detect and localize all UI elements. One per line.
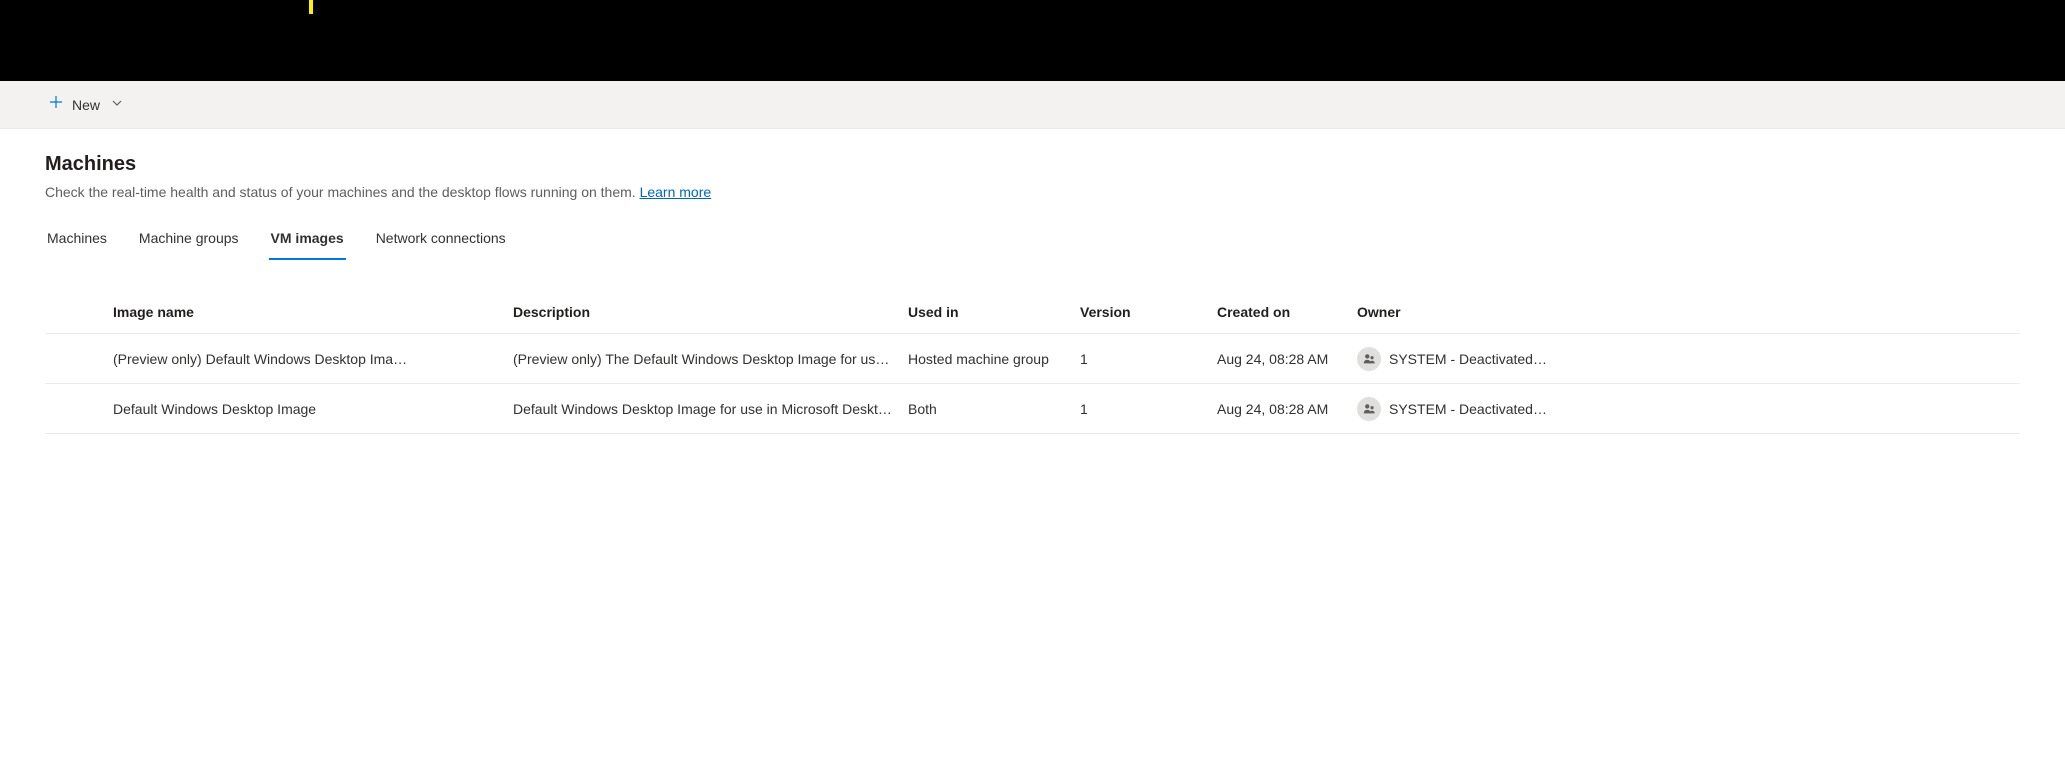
vm-images-table: Image name Description Used in Version C… (45, 290, 2020, 434)
owner-text: SYSTEM - Deactivated… (1389, 351, 1547, 367)
table-row[interactable]: Default Windows Desktop Image Default Wi… (45, 384, 2020, 434)
tab-network-connections[interactable]: Network connections (374, 220, 508, 260)
cell-owner: SYSTEM - Deactivated… (1349, 397, 2020, 421)
cell-description: Default Windows Desktop Image for use in… (505, 401, 900, 417)
page-title: Machines (45, 153, 2020, 176)
table-row[interactable]: (Preview only) Default Windows Desktop I… (45, 334, 2020, 384)
chevron-down-icon (112, 98, 122, 111)
page-subtitle: Check the real-time health and status of… (45, 184, 2020, 200)
header-image-name[interactable]: Image name (105, 304, 505, 320)
cell-owner: SYSTEM - Deactivated… (1349, 347, 2020, 371)
cell-used-in: Both (900, 401, 1072, 417)
owner-text: SYSTEM - Deactivated… (1389, 401, 1547, 417)
tab-list: Machines Machine groups VM images Networ… (45, 220, 2020, 260)
subtitle-text: Check the real-time health and status of… (45, 184, 640, 200)
new-button[interactable]: New (40, 88, 130, 121)
cell-version: 1 (1072, 351, 1209, 367)
header-description[interactable]: Description (505, 304, 900, 320)
header-version[interactable]: Version (1072, 304, 1209, 320)
cell-created-on: Aug 24, 08:28 AM (1209, 351, 1349, 367)
cell-image-name[interactable]: (Preview only) Default Windows Desktop I… (105, 351, 505, 367)
command-bar: New (0, 81, 2065, 129)
new-button-label: New (72, 97, 100, 113)
header-created-on[interactable]: Created on (1209, 304, 1349, 320)
table-header-row: Image name Description Used in Version C… (45, 290, 2020, 334)
cursor-indicator (309, 0, 313, 14)
cell-used-in: Hosted machine group (900, 351, 1072, 367)
plus-icon (48, 94, 64, 115)
top-app-bar (0, 0, 2065, 81)
learn-more-link[interactable]: Learn more (640, 184, 712, 200)
header-used-in[interactable]: Used in (900, 304, 1072, 320)
owner-avatar-icon (1357, 397, 1381, 421)
tab-machine-groups[interactable]: Machine groups (137, 220, 241, 260)
header-owner[interactable]: Owner (1349, 304, 2020, 320)
cell-description: (Preview only) The Default Windows Deskt… (505, 351, 900, 367)
page-content: Machines Check the real-time health and … (0, 129, 2065, 434)
owner-avatar-icon (1357, 347, 1381, 371)
tab-machines[interactable]: Machines (45, 220, 109, 260)
tab-vm-images[interactable]: VM images (269, 220, 346, 260)
cell-version: 1 (1072, 401, 1209, 417)
cell-image-name[interactable]: Default Windows Desktop Image (105, 401, 505, 417)
cell-created-on: Aug 24, 08:28 AM (1209, 401, 1349, 417)
header-owner-label: Owner (1357, 304, 1401, 320)
